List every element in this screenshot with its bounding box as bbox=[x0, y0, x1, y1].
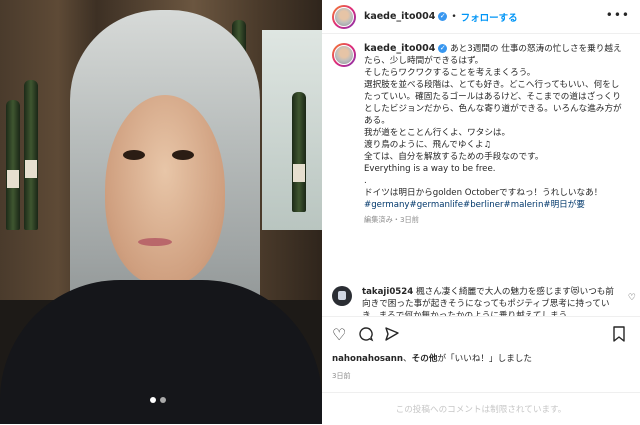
caption-line: . bbox=[364, 176, 367, 186]
caption-username[interactable]: kaede_ito004 bbox=[364, 43, 435, 54]
likes-others[interactable]: その他 bbox=[412, 354, 438, 364]
commenter-avatar[interactable] bbox=[332, 286, 352, 306]
comment-like-icon[interactable]: ♡ bbox=[628, 292, 636, 304]
comment-text-block: takaji0524 楓さん凄く綺麗で大人の魅力を感じます😻いつも前向きで困った… bbox=[362, 286, 617, 316]
separator-dot: • bbox=[451, 11, 457, 22]
lips bbox=[138, 238, 172, 246]
action-bar: ♡ bbox=[322, 316, 640, 353]
eye bbox=[172, 150, 194, 160]
liker-username[interactable]: nahonahosann bbox=[332, 354, 403, 364]
face bbox=[105, 95, 225, 285]
wine-bottle bbox=[24, 80, 38, 230]
more-options-icon[interactable]: ••• bbox=[606, 8, 630, 22]
caption-line: 我が道をとことん行くよ、ワタシは。 bbox=[364, 128, 511, 138]
comment-restricted-bar: この投稿へのコメントは制限されています。 bbox=[322, 392, 640, 425]
caption-meta: 編集済み・3日前 bbox=[364, 215, 419, 224]
comment-icon[interactable] bbox=[358, 326, 374, 346]
eye bbox=[123, 150, 145, 160]
post-side-panel: kaede_ito004 ✓ • フォローする ••• kaede_ito004… bbox=[322, 0, 640, 424]
carousel-dot bbox=[160, 397, 166, 403]
post-photo[interactable] bbox=[0, 0, 322, 424]
caption-line: Everything is a way to be free. bbox=[364, 164, 496, 174]
comment-username[interactable]: takaji0524 bbox=[362, 287, 413, 297]
heart-icon[interactable]: ♡ bbox=[332, 326, 346, 344]
hashtags[interactable]: #germany#germanlife#berliner#malerin#明日が… bbox=[364, 199, 626, 211]
avatar[interactable] bbox=[332, 4, 356, 29]
caption: kaede_ito004 ✓ あと3週間の 仕事の怒涛の忙しさを乗り越えたら、少し… bbox=[322, 35, 640, 275]
caption-line: そしたらワクワクすることを考えまくろう。 bbox=[364, 68, 536, 78]
wine-bottle bbox=[6, 100, 20, 230]
caption-avatar[interactable] bbox=[332, 43, 356, 67]
header-username[interactable]: kaede_ito004 bbox=[364, 11, 435, 22]
carousel-indicator bbox=[150, 397, 166, 403]
post-header: kaede_ito004 ✓ • フォローする ••• bbox=[322, 0, 640, 34]
likes-line: nahonahosann、その他が「いいね！」しました bbox=[332, 352, 532, 364]
likes-separator: 、 bbox=[403, 354, 412, 364]
caption-body: kaede_ito004 ✓ あと3週間の 仕事の怒涛の忙しさを乗り越えたら、少し… bbox=[364, 43, 626, 226]
caption-line: 渡り鳥のように、飛んでゆくよ♫ bbox=[364, 140, 492, 150]
bookmark-icon[interactable] bbox=[612, 326, 626, 346]
verified-badge-icon: ✓ bbox=[438, 44, 448, 53]
share-icon[interactable] bbox=[384, 326, 400, 346]
follow-button[interactable]: フォローする bbox=[461, 10, 518, 24]
caption-line: ドイツは明日からgolden Octoberですねっ！うれしいなあ！ bbox=[364, 188, 603, 198]
caption-line: kaede_ito004 ✓ あと3週間の 仕事の怒涛の忙しさを乗り越えたら、少し… bbox=[364, 43, 626, 67]
carousel-dot-active bbox=[150, 397, 156, 403]
likes-suffix: が「いいね！」しました bbox=[437, 354, 532, 364]
caption-line: 全ては、自分を解放するための手段なのです。 bbox=[364, 152, 544, 162]
verified-badge-icon: ✓ bbox=[438, 12, 448, 21]
wine-bottle bbox=[292, 92, 306, 212]
caption-line: 選択肢を並べる段階は、とても好き。どこへ行ってもいい、何をしたっていい。確固たる… bbox=[364, 80, 622, 126]
post-date: 3日前 bbox=[332, 372, 351, 380]
